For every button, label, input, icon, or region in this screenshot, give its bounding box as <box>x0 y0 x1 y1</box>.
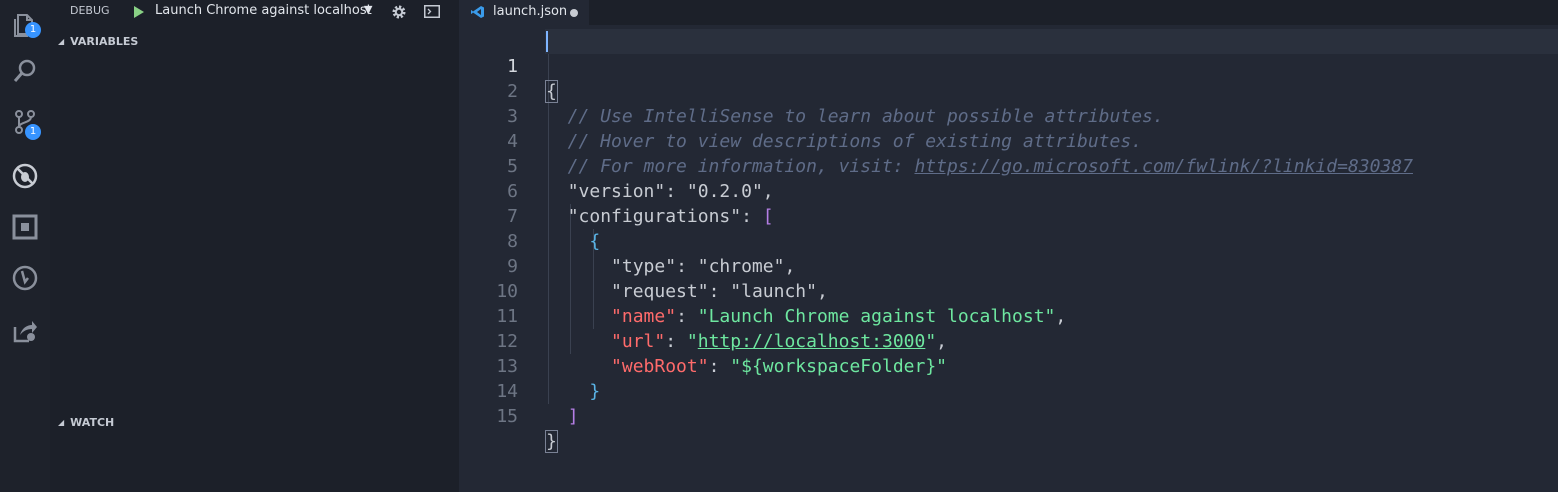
json-value: "Launch Chrome against localhost" <box>697 306 1056 327</box>
extensions-icon <box>12 214 38 240</box>
comment-link[interactable]: https://go.microsoft.com/fwlink/?linkid=… <box>914 156 1413 177</box>
code-line: 9 "request": "launch", <box>459 229 828 302</box>
debug-sidebar: DEBUG Launch Chrome against localhost ▼ … <box>50 0 459 492</box>
start-debugging-icon[interactable] <box>134 6 144 18</box>
code-line: 13 } <box>459 329 600 402</box>
comment: // Use IntelliSense to learn about possi… <box>546 106 1164 127</box>
code-line: 11 "url": "http://localhost:3000", <box>459 279 947 352</box>
git-history-icon <box>12 265 38 291</box>
unsaved-dot-icon[interactable] <box>570 9 578 17</box>
chevron-down-icon[interactable]: ▼ <box>364 3 372 16</box>
json-value: "${workspaceFolder}" <box>730 356 948 377</box>
git-history-button[interactable] <box>0 253 50 303</box>
code-line: 2 // Use IntelliSense to learn about pos… <box>459 54 1164 127</box>
explorer-badge: 1 <box>25 22 41 38</box>
variables-section-header[interactable]: ◢ VARIABLES <box>58 35 138 48</box>
code-line: 14 ] <box>459 354 578 427</box>
json-key: "request" <box>611 281 709 302</box>
search-button[interactable] <box>0 46 50 96</box>
gear-icon[interactable] <box>391 4 407 20</box>
code-line: 6 "configurations": [ <box>459 154 773 227</box>
bracket: [ <box>762 206 774 227</box>
current-line-highlight <box>545 29 1558 54</box>
json-key: "configurations" <box>567 206 742 227</box>
sidebar-title: DEBUG <box>70 4 110 17</box>
launch-configuration-select[interactable]: Launch Chrome against localhost <box>155 3 372 18</box>
brace: } <box>589 381 601 402</box>
text-cursor <box>546 31 548 52</box>
collapse-icon: ◢ <box>58 418 65 427</box>
live-share-icon <box>13 321 37 343</box>
brace: { <box>545 80 558 103</box>
brace: { <box>589 231 601 252</box>
code-editor[interactable]: 1 { 2 // Use IntelliSense to learn about… <box>459 25 1558 492</box>
code-line: 5 "version": "0.2.0", <box>459 129 773 202</box>
debug-toolbar: DEBUG Launch Chrome against localhost ▼ <box>50 0 459 24</box>
watch-section-title: WATCH <box>70 416 115 429</box>
json-key: "type" <box>611 256 677 277</box>
debug-button[interactable] <box>0 151 50 201</box>
tab-label: launch.json <box>493 4 568 19</box>
activity-bar: 1 1 <box>0 0 50 492</box>
brace: } <box>545 430 558 453</box>
debug-console-icon[interactable] <box>424 5 440 18</box>
code-line: 8 "type": "chrome", <box>459 204 795 277</box>
watch-section-header[interactable]: ◢ WATCH <box>58 416 114 429</box>
code-line: 7 { <box>459 179 600 252</box>
code-line: 4 // For more information, visit: https:… <box>459 104 1413 177</box>
variables-section-title: VARIABLES <box>70 35 139 48</box>
vscode-file-icon <box>471 6 484 18</box>
json-key: "url" <box>611 331 666 352</box>
json-key: "version" <box>567 181 666 202</box>
live-share-button[interactable] <box>0 306 50 356</box>
code-line: 12 "webRoot": "${workspaceFolder}" <box>459 304 947 377</box>
source-control-button[interactable]: 1 <box>0 97 50 147</box>
debug-icon <box>12 163 38 189</box>
json-key: "name" <box>611 306 677 327</box>
collapse-icon: ◢ <box>58 37 65 46</box>
source-control-badge: 1 <box>25 124 41 140</box>
url-link[interactable]: http://localhost:3000 <box>698 331 926 352</box>
bracket: ] <box>567 406 579 427</box>
code-line: 3 // Hover to view descriptions of exist… <box>459 79 1142 152</box>
json-value: "0.2.0" <box>686 181 763 202</box>
editor-tab-bar: launch.json <box>459 0 1558 25</box>
comment: // Hover to view descriptions of existin… <box>546 131 1143 152</box>
json-value: "launch" <box>730 281 817 302</box>
json-value: "chrome" <box>697 256 785 277</box>
comment: // For more information, visit: <box>546 156 915 177</box>
code-line: 15 } <box>459 379 558 453</box>
code-line: 1 { <box>459 29 558 103</box>
json-key: "webRoot" <box>611 356 709 377</box>
line-number: 15 <box>496 406 518 427</box>
code-line: 10 "name": "Launch Chrome against localh… <box>459 254 1066 327</box>
extensions-button[interactable] <box>0 202 50 252</box>
search-icon <box>13 59 36 82</box>
explorer-button[interactable]: 1 <box>0 0 50 50</box>
tab-launch-json[interactable]: launch.json <box>459 0 589 25</box>
